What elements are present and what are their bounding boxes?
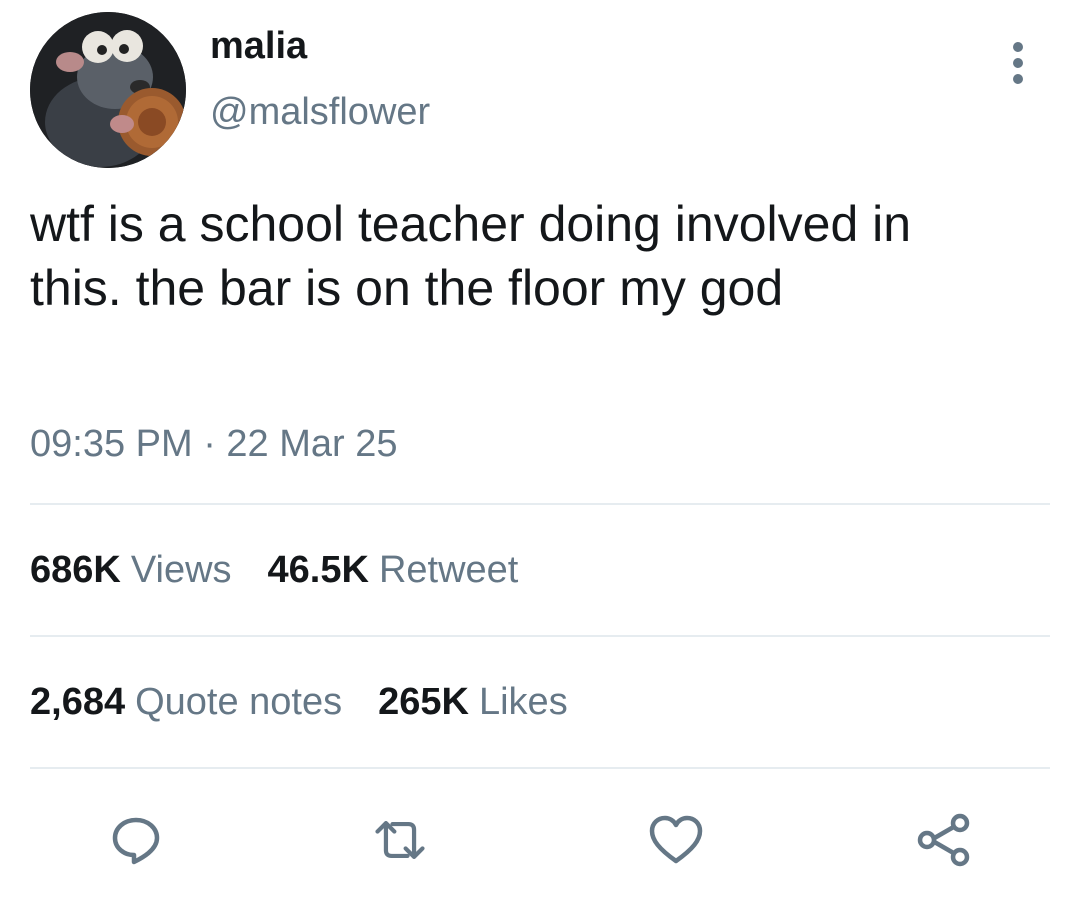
more-options-button[interactable] (1000, 40, 1036, 86)
avatar[interactable] (30, 12, 186, 168)
views-stat[interactable]: 686K Views (30, 548, 232, 594)
reply-button[interactable] (106, 810, 166, 870)
user-handle[interactable]: @malsflower (210, 90, 430, 136)
quotes-label: Quote notes (135, 681, 343, 723)
quotes-stat[interactable]: 2,684 Quote notes (30, 680, 342, 726)
quotes-count: 2,684 (30, 681, 126, 723)
views-label: Views (130, 549, 232, 591)
comment-bubble-icon (112, 817, 160, 865)
divider (30, 767, 1050, 769)
divider (30, 503, 1050, 505)
retweets-count: 46.5K (267, 549, 369, 591)
divider (30, 635, 1050, 637)
views-count: 686K (30, 549, 121, 591)
likes-stat[interactable]: 265K Likes (378, 680, 568, 726)
more-dot-icon (1013, 42, 1023, 52)
tweet-timestamp[interactable]: 09:35 PM · 22 Mar 25 (30, 422, 398, 468)
retweets-label: Retweet (378, 549, 519, 591)
avatar-rat-image (30, 12, 186, 168)
heart-icon (649, 815, 703, 864)
tweet-text: wtf is a school teacher doing involved i… (30, 196, 912, 316)
likes-count: 265K (378, 681, 469, 723)
likes-label: Likes (478, 681, 568, 723)
stats-row-1: 686K Views 46.5K Retweet (30, 548, 554, 594)
retweet-arrows-icon (375, 821, 425, 859)
more-dot-icon (1013, 74, 1023, 84)
like-button[interactable] (646, 810, 706, 870)
display-name[interactable]: malia (210, 24, 307, 70)
more-dot-icon (1013, 58, 1023, 68)
retweet-button[interactable] (370, 810, 430, 870)
stats-row-2: 2,684 Quote notes 265K Likes (30, 680, 604, 726)
share-nodes-icon (917, 813, 970, 867)
share-button[interactable] (914, 810, 974, 870)
retweets-stat[interactable]: 46.5K Retweet (268, 548, 519, 594)
